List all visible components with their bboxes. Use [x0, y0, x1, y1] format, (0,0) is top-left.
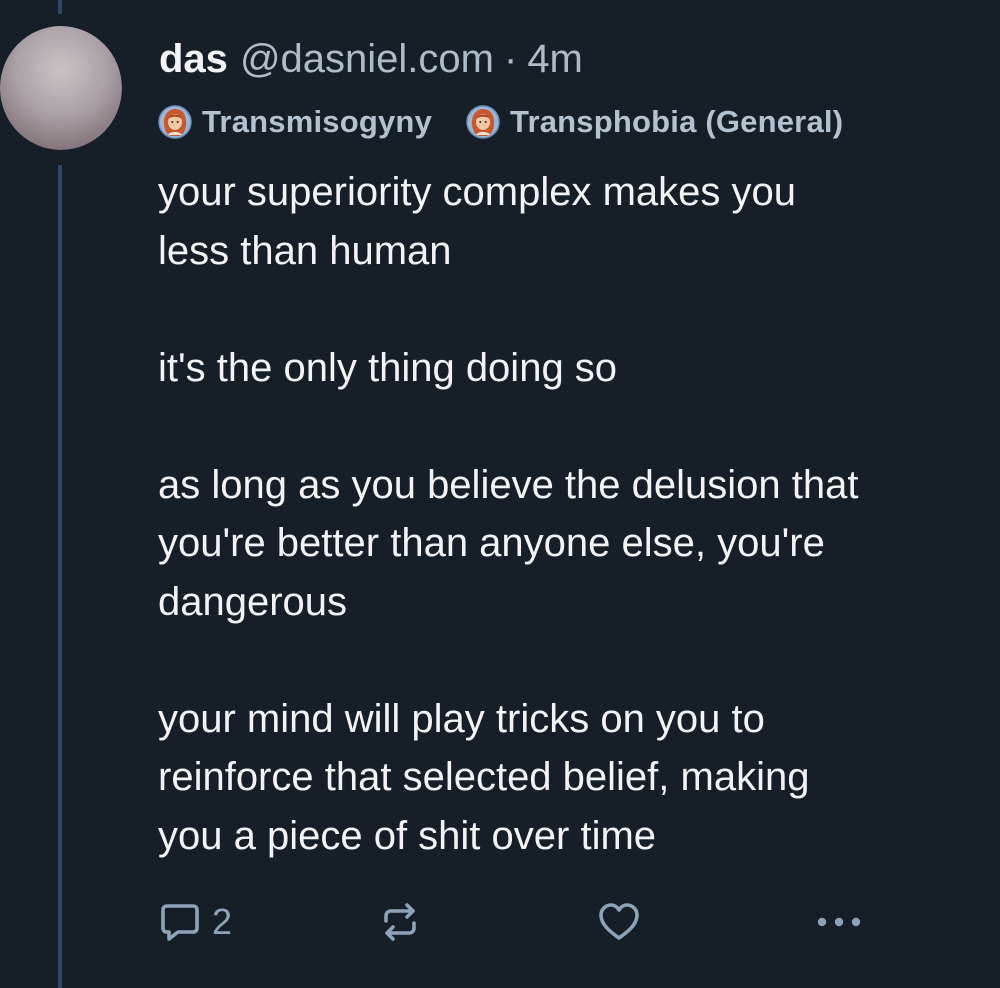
more-options-button[interactable]: [814, 895, 864, 949]
display-name[interactable]: das: [159, 34, 228, 84]
post-header: das @dasniel.com · 4m: [159, 34, 583, 84]
reply-button[interactable]: 2: [158, 895, 232, 949]
moderation-labels: Transmisogyny Transphobia (General): [158, 104, 877, 140]
handle[interactable]: @dasniel.com: [240, 34, 494, 84]
thread-line: [58, 165, 62, 988]
post[interactable]: das @dasniel.com · 4m Transmisogyny Tran…: [0, 0, 1000, 988]
reply-count: 2: [212, 901, 233, 942]
separator: ·: [503, 37, 518, 81]
label-transmisogyny[interactable]: Transmisogyny: [158, 104, 432, 140]
labeler-avatar-icon: [158, 105, 192, 139]
label-transphobia-general[interactable]: Transphobia (General): [466, 104, 843, 140]
reply-icon: [161, 904, 199, 941]
repost-icon: [384, 903, 416, 941]
repost-button[interactable]: [378, 895, 422, 949]
avatar[interactable]: [0, 26, 122, 150]
label-text: Transphobia (General): [510, 104, 844, 139]
post-actions: 2: [158, 895, 878, 949]
label-text: Transmisogyny: [202, 104, 433, 139]
timestamp[interactable]: 4m: [527, 34, 583, 84]
labeler-avatar-icon: [466, 105, 500, 139]
like-button[interactable]: [596, 895, 642, 949]
heart-icon: [599, 903, 639, 940]
post-text: your superiority complex makes you less …: [158, 170, 859, 858]
more-icon: [817, 917, 861, 927]
thread-line: [58, 0, 62, 14]
